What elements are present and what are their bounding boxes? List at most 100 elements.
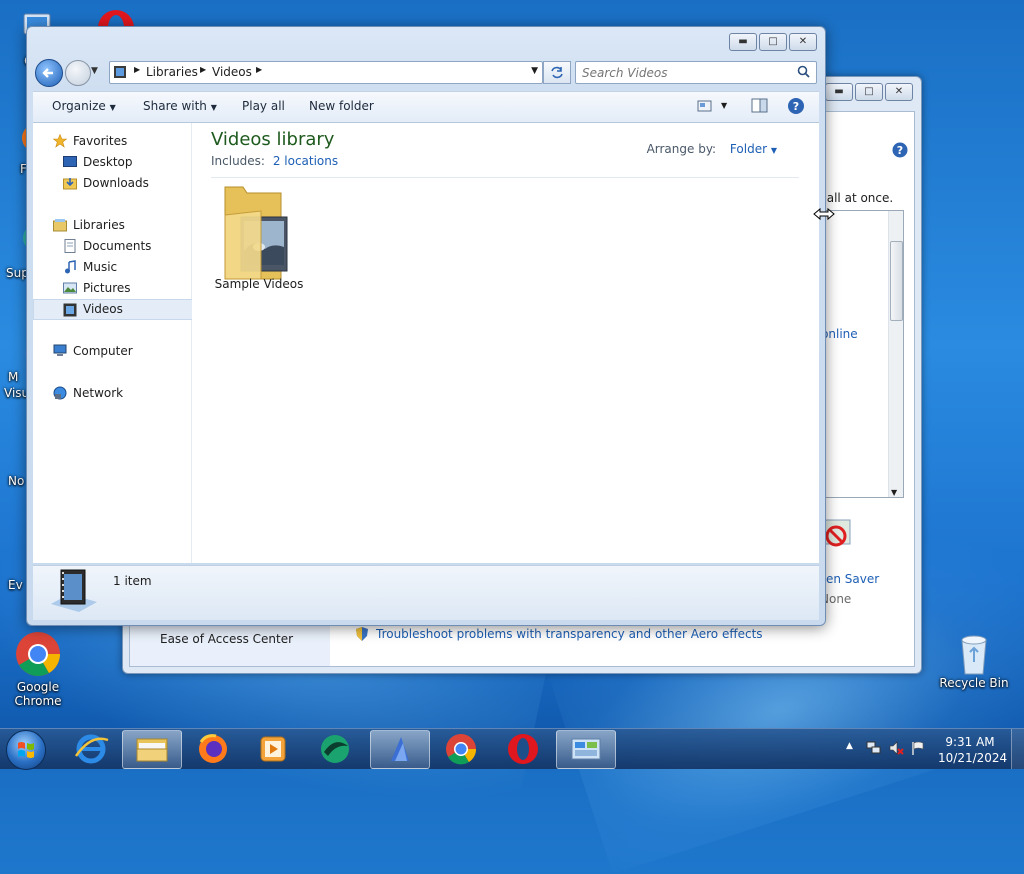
- view-options-dropdown-icon[interactable]: ▼: [721, 101, 727, 110]
- folder-label: Sample Videos: [214, 277, 304, 291]
- app-sail-icon: [391, 737, 409, 761]
- maximize-button[interactable]: □: [855, 83, 883, 101]
- change-view-icon[interactable]: [697, 99, 713, 113]
- new-folder-button[interactable]: New folder: [309, 99, 374, 113]
- desktop-icon-google-chrome[interactable]: Google Chrome: [2, 630, 74, 708]
- desktop-icon-label: M: [8, 370, 19, 384]
- refresh-icon: [551, 66, 563, 79]
- star-icon: [53, 134, 67, 148]
- item-count: 1 item: [113, 574, 152, 588]
- libraries-icon: [53, 219, 67, 232]
- arrange-by-dropdown[interactable]: Folder ▼: [730, 142, 777, 156]
- nav-label: Documents: [83, 239, 152, 253]
- folder-icon: [136, 738, 168, 762]
- preview-pane-icon[interactable]: [751, 98, 769, 114]
- close-button[interactable]: ✕: [885, 83, 913, 101]
- nav-label: Libraries: [73, 218, 125, 232]
- clock[interactable]: 9:31 AM 10/21/2024: [938, 734, 1008, 766]
- back-button[interactable]: [35, 59, 63, 87]
- nav-label: Videos: [83, 302, 123, 316]
- taskbar-windows-explorer[interactable]: [122, 730, 182, 769]
- ease-of-access-link[interactable]: Ease of Access Center: [160, 632, 293, 646]
- address-dropdown-icon[interactable]: ▼: [531, 66, 538, 76]
- nav-label: Downloads: [83, 176, 149, 190]
- network-icon: [53, 386, 67, 400]
- troubleshoot-link[interactable]: Troubleshoot problems with transparency …: [376, 627, 763, 641]
- shield-icon: [356, 627, 368, 641]
- details-pane: 1 item: [33, 565, 819, 620]
- arrow-left-icon: [42, 68, 53, 78]
- volume-muted-icon[interactable]: [888, 740, 904, 756]
- chrome-icon: [14, 630, 62, 678]
- breadcrumb-chevron-icon[interactable]: ▶: [200, 65, 206, 74]
- media-player-icon: [260, 736, 286, 762]
- explorer-window[interactable]: ▬ □ ✕ ▼ ▶ Libraries ▶ Videos ▶ ▼ Organiz…: [26, 26, 826, 626]
- taskbar-firefox[interactable]: [184, 730, 242, 767]
- desktop-icon-label: Recycle Bin: [939, 676, 1009, 690]
- arrange-by: Arrange by: Folder ▼: [647, 142, 777, 156]
- nav-label: Favorites: [73, 134, 128, 148]
- action-center-flag-icon[interactable]: [910, 740, 926, 756]
- arrange-by-label: Arrange by:: [646, 142, 717, 156]
- search-input[interactable]: [580, 63, 794, 82]
- show-hidden-icons-button[interactable]: ▲: [846, 741, 853, 751]
- taskbar-bitmessage[interactable]: [306, 730, 364, 767]
- start-button[interactable]: [6, 730, 46, 770]
- share-with-menu[interactable]: Share with ▼: [143, 99, 217, 113]
- forward-button[interactable]: [65, 60, 91, 86]
- taskbar-media-player[interactable]: [244, 730, 302, 767]
- taskbar-app[interactable]: [370, 730, 430, 769]
- desktop-icon-label: No: [8, 474, 25, 488]
- show-desktop-button[interactable]: [1011, 729, 1024, 769]
- share-with-label: Share with: [143, 99, 207, 113]
- breadcrumb-chevron-icon[interactable]: ▶: [134, 65, 140, 74]
- clock-date: 10/21/2024: [938, 751, 1008, 765]
- opera-desktop-icon[interactable]: [96, 6, 136, 26]
- firefox-icon: [199, 734, 227, 763]
- svg-text:?: ?: [793, 100, 799, 113]
- breadcrumb-libraries[interactable]: Libraries: [146, 65, 198, 79]
- play-all-button[interactable]: Play all: [242, 99, 285, 113]
- nav-label: Computer: [73, 344, 133, 358]
- help-icon[interactable]: ?: [892, 142, 908, 158]
- close-button[interactable]: ✕: [789, 33, 817, 51]
- refresh-button[interactable]: [543, 61, 571, 84]
- desktop-icon-label: Google: [16, 680, 60, 694]
- navigation-pane: Favorites Desktop Downloads Libraries Do…: [33, 123, 238, 563]
- search-box[interactable]: [575, 61, 817, 84]
- taskbar-opera[interactable]: [494, 730, 552, 767]
- bg-list-scrollbar[interactable]: ▼: [888, 211, 903, 497]
- content-pane: Videos library Includes: 2 locations Arr…: [192, 123, 819, 563]
- library-thumbnail-icon: [51, 569, 97, 612]
- recycle-bin-icon: [952, 630, 996, 675]
- nav-label: Music: [83, 260, 118, 274]
- scroll-down-arrow-icon[interactable]: ▼: [891, 488, 897, 497]
- minimize-button[interactable]: ▬: [825, 83, 853, 101]
- help-icon[interactable]: ?: [787, 97, 805, 115]
- desktop-icon-recycle-bin[interactable]: Recycle Bin: [938, 630, 1010, 690]
- windows-logo-icon: [18, 742, 34, 758]
- address-bar[interactable]: ▶ Libraries ▶ Videos ▶ ▼: [109, 61, 543, 84]
- minimize-button[interactable]: ▬: [729, 33, 757, 51]
- library-includes: Includes: 2 locations: [211, 154, 338, 168]
- chrome-icon: [446, 734, 477, 765]
- taskbar-internet-explorer[interactable]: [62, 730, 120, 767]
- command-bar: Organize ▼ Share with ▼ Play all New fol…: [33, 91, 819, 123]
- maximize-button[interactable]: □: [759, 33, 787, 51]
- scroll-thumb[interactable]: [890, 241, 903, 321]
- search-icon[interactable]: [797, 65, 811, 79]
- breadcrumb-videos[interactable]: Videos: [212, 65, 252, 79]
- folder-item-sample-videos[interactable]: Sample Videos: [214, 185, 304, 291]
- recent-pages-dropdown[interactable]: ▼: [91, 66, 98, 76]
- taskbar-chrome[interactable]: [432, 730, 490, 767]
- videos-icon: [63, 303, 77, 317]
- network-tray-icon[interactable]: [866, 740, 882, 756]
- taskbar-control-panel[interactable]: [556, 730, 616, 769]
- video-library-icon: [114, 66, 126, 78]
- chevron-down-icon: ▼: [109, 103, 116, 112]
- breadcrumb-chevron-icon[interactable]: ▶: [256, 65, 262, 74]
- music-icon: [65, 260, 76, 274]
- organize-menu[interactable]: Organize ▼: [52, 99, 116, 113]
- screensaver-label[interactable]: en Saver: [826, 572, 879, 586]
- includes-locations-link[interactable]: 2 locations: [273, 154, 338, 168]
